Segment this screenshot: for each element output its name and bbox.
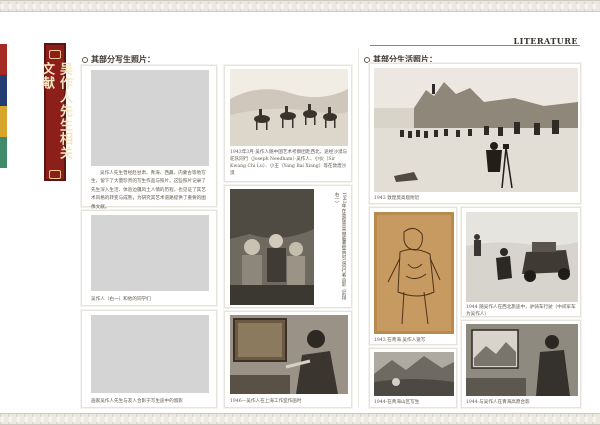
photo-caption: 1943 敦煌莫高窟附近 bbox=[374, 196, 420, 201]
page-divider bbox=[358, 48, 359, 408]
photo-caption: 1944 随吴作人在西北旅途中，驴骑车行驶（中间军车为吴作人） bbox=[466, 305, 576, 317]
sketch-drawing[interactable] bbox=[374, 212, 454, 334]
bullet-icon bbox=[82, 56, 88, 63]
photo-card-1: 吴作人先生曾经赴甘肃、青海、西藏、内蒙古等地写生，留下了大量珍贵的写生作品与照片… bbox=[81, 65, 217, 210]
banner-title: 吴作人先生相关文献 bbox=[39, 61, 72, 160]
photo-caption: 1944·在青海山区写生 bbox=[374, 400, 420, 405]
photo-card-sketch: 1943 在青海 吴作人速写 bbox=[369, 207, 457, 345]
photo-caption: 1944·与吴作人在青海高原合影 bbox=[466, 400, 530, 405]
camel-caravan-photo[interactable] bbox=[230, 69, 348, 146]
photo-card-jeep: 1944 随吴作人在西北旅途中，驴骑车行驶（中间军车为吴作人） bbox=[461, 207, 581, 317]
photo-card-portrait: 1944·与吴作人在青海高原合影 bbox=[461, 320, 581, 408]
photo-caption: 吴作人（右一）和他的同学们 bbox=[91, 297, 151, 302]
photo-caption: 1943 在青海 吴作人速写 bbox=[374, 338, 426, 343]
left-heading: 其部分写生照片： bbox=[82, 54, 155, 65]
photo-card-camels: 1943年3月·吴作人随中国艺术考察团赴西北，途经沙漠与驼队同行（Joseph … bbox=[224, 65, 352, 182]
intro-text: 吴作人先生曾经赴甘肃、青海、西藏、内蒙古等地写生，留下了大量珍贵的写生作品与照片… bbox=[91, 171, 206, 210]
studio-photo[interactable] bbox=[230, 315, 348, 394]
photo-card-group: 1943年在敦煌莫高窟临摹壁画时与同行者合影（前排右一） bbox=[224, 185, 352, 308]
mountain-photo[interactable] bbox=[374, 352, 454, 396]
survey-photo[interactable] bbox=[374, 68, 578, 192]
banner-ornament-icon bbox=[49, 170, 61, 179]
photo-placeholder[interactable] bbox=[91, 70, 209, 166]
photo-card-survey: 1943 敦煌莫高窟附近 bbox=[369, 63, 581, 204]
photo-card-3: 画家吴作人先生与友人合影于写生途中的留影 bbox=[81, 310, 217, 408]
photo-caption: 画家吴作人先生与友人合影于写生途中的留影 bbox=[91, 399, 183, 404]
photo-placeholder[interactable] bbox=[91, 215, 209, 291]
banner-ornament-icon bbox=[49, 50, 61, 59]
photo-caption: 1943年3月·吴作人随中国艺术考察团赴西北，途经沙漠与驼队同行（Joseph … bbox=[230, 150, 348, 176]
title-banner: 吴作人先生相关文献 bbox=[39, 43, 72, 181]
side-color-tabs bbox=[0, 44, 7, 168]
bullet-icon bbox=[364, 56, 370, 63]
vertical-caption: 1943年在敦煌莫高窟临摹壁画时与同行者合影（前排右一） bbox=[334, 192, 346, 301]
side-tab-blue[interactable] bbox=[0, 75, 7, 106]
photo-card-studio: 1946—吴作人在上海工作室作画时 bbox=[224, 311, 352, 408]
group-photo[interactable] bbox=[230, 189, 314, 305]
photo-placeholder[interactable] bbox=[91, 315, 209, 393]
top-border bbox=[0, 0, 600, 12]
photo-card-2: 吴作人（右一）和他的同学们 bbox=[81, 210, 217, 306]
portrait-photo[interactable] bbox=[466, 324, 578, 396]
side-tab-green[interactable] bbox=[0, 137, 7, 168]
side-tab-red[interactable] bbox=[0, 44, 7, 75]
jeep-photo[interactable] bbox=[466, 212, 578, 302]
bottom-border bbox=[0, 413, 600, 425]
photo-caption: 1946—吴作人在上海工作室作画时 bbox=[230, 399, 302, 404]
side-tab-yellow[interactable] bbox=[0, 106, 7, 137]
photo-card-mountains: 1944·在青海山区写生 bbox=[369, 348, 457, 408]
header-rule bbox=[370, 45, 580, 46]
